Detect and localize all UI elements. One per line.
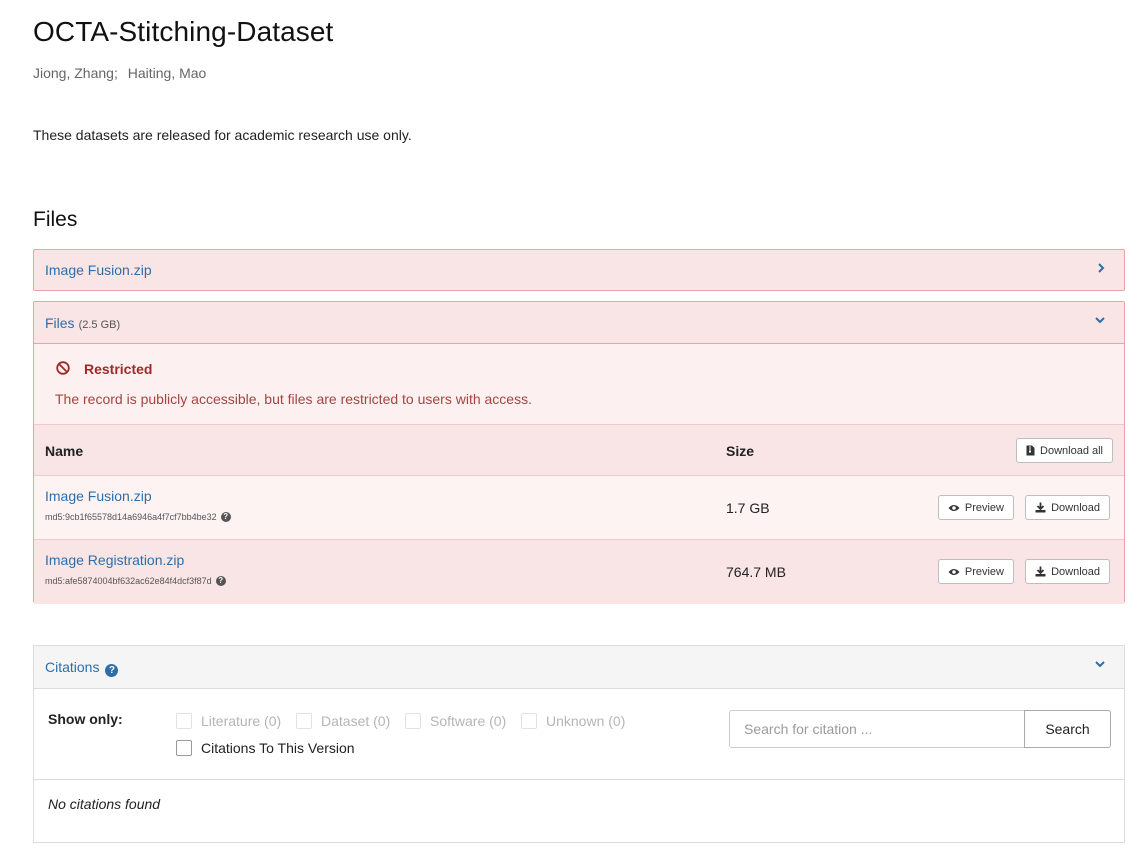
checkbox-box[interactable] [521, 713, 537, 729]
preview-button[interactable]: Preview [937, 495, 1014, 520]
checkbox-box[interactable] [176, 740, 192, 756]
file-size: 1.7 GB [726, 500, 770, 516]
citation-search: Search [729, 710, 1111, 748]
table-row: Image Fusion.zip md5:9cb1f65578d14a6946a… [34, 476, 1124, 540]
file-checksum: md5:afe5874004bf632ac62e84f4dcf3f87d ? [45, 576, 226, 586]
author: Haiting, Mao [127, 65, 207, 81]
filter-unknown-checkbox[interactable]: Unknown (0) [521, 713, 625, 729]
chevron-down-icon[interactable] [1094, 312, 1106, 328]
restricted-message: The record is publicly accessible, but f… [55, 391, 532, 407]
table-row: Image Registration.zip md5:afe5874004bf6… [34, 540, 1124, 604]
column-header-name: Name [45, 443, 84, 459]
filter-literature-checkbox[interactable]: Literature (0) [176, 713, 281, 729]
restricted-title: Restricted [84, 361, 153, 377]
ban-icon [56, 361, 70, 375]
download-all-label: Download all [1040, 444, 1103, 457]
record-description: These datasets are released for academic… [33, 127, 412, 143]
filter-this-version-checkbox[interactable]: Citations To This Version [176, 740, 355, 756]
restricted-notice: Restricted The record is publicly access… [34, 344, 1124, 424]
file-size: 764.7 MB [726, 564, 786, 580]
files-heading: Files [33, 208, 78, 231]
citations-label: Citations [45, 659, 100, 675]
checkbox-box[interactable] [296, 713, 312, 729]
eye-icon [948, 568, 960, 576]
checkbox-box[interactable] [176, 713, 192, 729]
file-checksum: md5:9cb1f65578d14a6946a4f7cf7bb4be32 ? [45, 512, 231, 522]
filter-dataset-checkbox[interactable]: Dataset (0) [296, 713, 390, 729]
question-circle-icon[interactable]: ? [220, 512, 231, 522]
download-button[interactable]: Download [1025, 559, 1110, 584]
author-list: Jiong, Zhang; Haiting, Mao [33, 65, 206, 81]
files-panel-header[interactable]: Files (2.5 GB) [34, 302, 1124, 344]
filter-label: Unknown (0) [546, 713, 626, 729]
citations-panel-header[interactable]: Citations? [34, 646, 1124, 689]
filter-label: Citations To This Version [201, 740, 355, 756]
download-button[interactable]: Download [1025, 495, 1110, 520]
file-archive-icon [1026, 445, 1035, 456]
download-icon [1035, 566, 1046, 577]
column-header-size: Size [726, 443, 755, 459]
chevron-down-icon[interactable] [1094, 656, 1106, 672]
preview-file-link[interactable]: Image Fusion.zip [45, 262, 152, 278]
files-table-header: Name Size Download all [34, 424, 1124, 476]
citation-search-button[interactable]: Search [1024, 710, 1111, 748]
checkbox-box[interactable] [405, 713, 421, 729]
file-name-link[interactable]: Image Registration.zip [45, 552, 184, 568]
files-panel-label: Files [45, 315, 75, 331]
filter-label: Literature (0) [201, 713, 282, 729]
file-name-link[interactable]: Image Fusion.zip [45, 488, 152, 504]
citations-toggle[interactable]: Citations? [45, 659, 119, 677]
question-circle-icon[interactable]: ? [105, 664, 119, 677]
citation-search-input[interactable] [729, 710, 1025, 748]
filter-label: Software (0) [430, 713, 507, 729]
author: Jiong, Zhang; [33, 65, 118, 81]
eye-icon [948, 504, 960, 512]
md5-value: md5:afe5874004bf632ac62e84f4dcf3f87d [45, 576, 212, 586]
preview-button[interactable]: Preview [937, 559, 1014, 584]
record-title: OCTA-Stitching-Dataset [33, 16, 334, 47]
files-panel: Files (2.5 GB) Restricted The record is p… [33, 301, 1125, 604]
download-icon [1035, 502, 1046, 513]
download-label: Download [1051, 501, 1100, 514]
preview-panel-header[interactable]: Image Fusion.zip [33, 249, 1125, 291]
divider [34, 779, 1124, 780]
preview-label: Preview [964, 501, 1004, 514]
no-citations-message: No citations found [48, 796, 161, 812]
filter-label: Dataset (0) [321, 713, 391, 729]
citations-panel: Citations? Show only: Literature (0) Dat… [33, 645, 1125, 843]
files-total-size: (2.5 GB) [78, 319, 121, 331]
filter-software-checkbox[interactable]: Software (0) [405, 713, 506, 729]
show-only-label: Show only: [48, 711, 123, 727]
preview-label: Preview [964, 565, 1004, 578]
files-panel-toggle[interactable]: Files (2.5 GB) [45, 315, 120, 331]
chevron-right-icon[interactable] [1096, 261, 1106, 277]
download-label: Download [1051, 565, 1100, 578]
md5-value: md5:9cb1f65578d14a6946a4f7cf7bb4be32 [45, 512, 217, 522]
question-circle-icon[interactable]: ? [215, 576, 226, 586]
download-all-button[interactable]: Download all [1016, 438, 1113, 463]
